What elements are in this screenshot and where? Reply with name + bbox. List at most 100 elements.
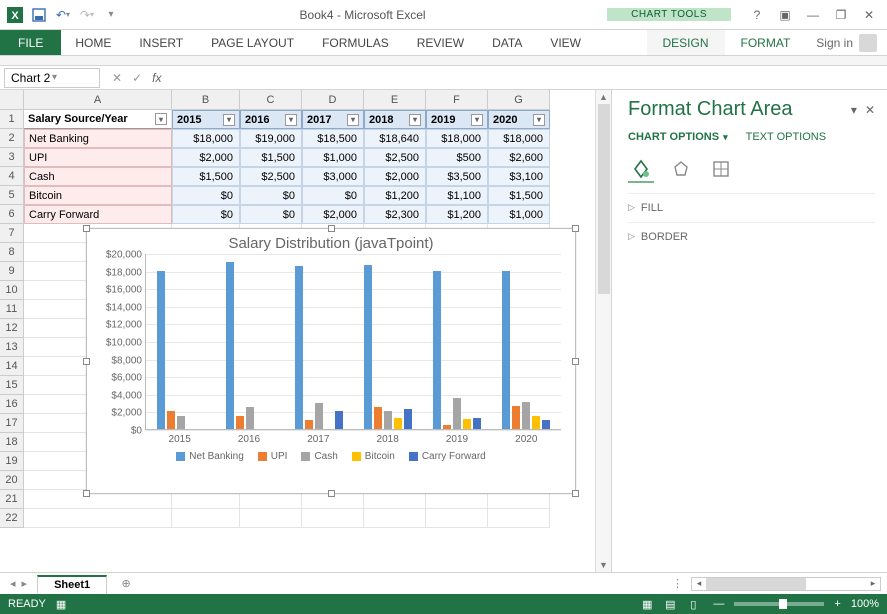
redo-icon[interactable]: ↷▾	[78, 6, 96, 24]
chart-bar[interactable]	[374, 407, 382, 429]
tab-design[interactable]: DESIGN	[647, 30, 725, 55]
row-header-18[interactable]: 18	[0, 433, 24, 452]
legend-item[interactable]: Cash	[301, 451, 337, 462]
vertical-scrollbar[interactable]: ▲ ▼	[595, 90, 611, 572]
sheet-nav-last-icon[interactable]: ▸	[22, 577, 28, 590]
tab-page-layout[interactable]: PAGE LAYOUT	[197, 30, 308, 55]
table-cell[interactable]: $3,000	[302, 167, 364, 186]
scroll-up-icon[interactable]: ▲	[596, 90, 611, 104]
row-header-20[interactable]: 20	[0, 471, 24, 490]
chart-bar[interactable]	[167, 411, 175, 429]
row-header-8[interactable]: 8	[0, 243, 24, 262]
tab-file[interactable]: FILE	[0, 30, 61, 55]
row-header-6[interactable]: 6	[0, 205, 24, 224]
table-header-year[interactable]: 2017▾	[302, 110, 364, 129]
embedded-chart[interactable]: Salary Distribution (javaTpoint) $0$2,00…	[86, 228, 576, 494]
col-header-E[interactable]: E	[364, 90, 426, 110]
formula-input[interactable]	[169, 68, 887, 88]
chart-bar[interactable]	[315, 403, 323, 429]
table-header-year[interactable]: 2016▾	[240, 110, 302, 129]
filter-icon[interactable]: ▾	[223, 114, 235, 126]
ribbon-display-icon[interactable]: ▣	[777, 8, 793, 22]
tab-view[interactable]: VIEW	[536, 30, 595, 55]
view-page-layout-icon[interactable]: ▤	[660, 598, 680, 611]
filter-icon[interactable]: ▾	[285, 114, 297, 126]
scroll-right-icon[interactable]: ▸	[866, 578, 880, 590]
pane-dropdown-icon[interactable]: ▾	[851, 103, 857, 117]
row-header-14[interactable]: 14	[0, 357, 24, 376]
table-cell[interactable]: $0	[172, 186, 240, 205]
filter-icon[interactable]: ▾	[155, 113, 167, 125]
zoom-level[interactable]: 100%	[851, 598, 879, 610]
table-row-label[interactable]: Net Banking	[24, 129, 172, 148]
filter-icon[interactable]: ▾	[533, 114, 545, 126]
scroll-thumb[interactable]	[598, 104, 610, 294]
row-header-5[interactable]: 5	[0, 186, 24, 205]
legend-item[interactable]: UPI	[258, 451, 288, 462]
row-header-13[interactable]: 13	[0, 338, 24, 357]
chart-bar[interactable]	[384, 411, 392, 429]
qat-customize-icon[interactable]: ▾	[102, 6, 120, 24]
chart-bar[interactable]	[433, 271, 441, 429]
table-cell[interactable]: $18,000	[172, 129, 240, 148]
chart-bar[interactable]	[394, 418, 402, 429]
chart-legend[interactable]: Net BankingUPICashBitcoinCarry Forward	[87, 445, 575, 468]
chart-handle[interactable]	[328, 490, 335, 497]
table-cell[interactable]: $0	[302, 186, 364, 205]
tab-data[interactable]: DATA	[478, 30, 536, 55]
name-box-dropdown-icon[interactable]: ▾	[52, 72, 93, 83]
chart-bar[interactable]	[246, 407, 254, 429]
empty-cell[interactable]	[364, 509, 426, 528]
col-header-B[interactable]: B	[172, 90, 240, 110]
chart-bar[interactable]	[236, 416, 244, 429]
fx-icon[interactable]: fx	[152, 71, 161, 85]
table-cell[interactable]: $0	[172, 205, 240, 224]
size-properties-icon[interactable]	[708, 157, 734, 183]
row-header-12[interactable]: 12	[0, 319, 24, 338]
table-cell[interactable]: $1,500	[240, 148, 302, 167]
save-icon[interactable]	[30, 6, 48, 24]
worksheet-area[interactable]: ABCDEFG123456789101112131415161718192021…	[0, 90, 611, 572]
zoom-slider[interactable]	[734, 602, 824, 606]
minimize-icon[interactable]: —	[805, 8, 821, 22]
confirm-formula-icon[interactable]: ✓	[132, 71, 142, 85]
chart-bar[interactable]	[404, 409, 412, 429]
table-row-label[interactable]: UPI	[24, 148, 172, 167]
row-header-9[interactable]: 9	[0, 262, 24, 281]
legend-item[interactable]: Carry Forward	[409, 451, 486, 462]
scroll-down-icon[interactable]: ▼	[596, 558, 611, 572]
table-header-year[interactable]: 2015▾	[172, 110, 240, 129]
table-cell[interactable]: $2,000	[364, 167, 426, 186]
table-cell[interactable]: $2,000	[302, 205, 364, 224]
sign-in[interactable]: Sign in	[806, 30, 887, 55]
pane-tab-chart-options[interactable]: CHART OPTIONS ▾	[628, 131, 728, 143]
table-row-label[interactable]: Carry Forward	[24, 205, 172, 224]
table-cell[interactable]: $1,200	[364, 186, 426, 205]
chart-bar[interactable]	[335, 411, 343, 429]
filter-icon[interactable]: ▾	[347, 114, 359, 126]
pane-close-icon[interactable]: ✕	[865, 103, 875, 117]
chart-handle[interactable]	[83, 225, 90, 232]
col-header-C[interactable]: C	[240, 90, 302, 110]
empty-cell[interactable]	[240, 509, 302, 528]
table-cell[interactable]: $2,600	[488, 148, 550, 167]
legend-item[interactable]: Net Banking	[176, 451, 243, 462]
tab-insert[interactable]: INSERT	[125, 30, 197, 55]
col-header-F[interactable]: F	[426, 90, 488, 110]
tab-formulas[interactable]: FORMULAS	[308, 30, 403, 55]
row-header-11[interactable]: 11	[0, 300, 24, 319]
cancel-formula-icon[interactable]: ✕	[112, 71, 122, 85]
chart-plot-area[interactable]: $0$2,000$4,000$6,000$8,000$10,000$12,000…	[145, 254, 561, 430]
table-cell[interactable]: $18,640	[364, 129, 426, 148]
empty-cell[interactable]	[172, 509, 240, 528]
chart-handle[interactable]	[328, 225, 335, 232]
effects-icon[interactable]	[668, 157, 694, 183]
row-header-7[interactable]: 7	[0, 224, 24, 243]
table-cell[interactable]: $1,200	[426, 205, 488, 224]
chart-handle[interactable]	[83, 490, 90, 497]
table-cell[interactable]: $500	[426, 148, 488, 167]
filter-icon[interactable]: ▾	[409, 114, 421, 126]
chart-bar[interactable]	[157, 271, 165, 429]
empty-cell[interactable]	[426, 509, 488, 528]
zoom-in-icon[interactable]: +	[834, 598, 840, 610]
